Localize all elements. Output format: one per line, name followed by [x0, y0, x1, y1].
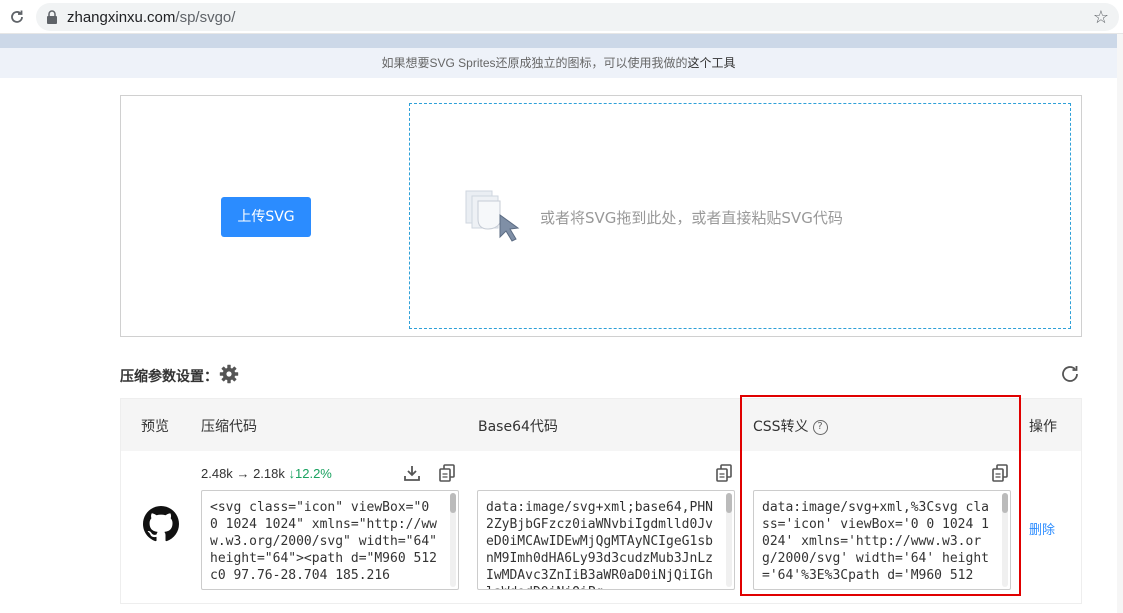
address-bar[interactable]: zhangxinxu.com/sp/svgo/ ☆	[36, 3, 1119, 31]
size-arrow: →	[236, 466, 250, 481]
browser-toolbar: zhangxinxu.com/sp/svgo/ ☆	[0, 0, 1123, 34]
drop-zone[interactable]: 或者将SVG拖到此处，或者直接粘贴SVG代码	[409, 103, 1071, 329]
lock-icon	[47, 10, 57, 24]
url-path: /sp/svgo/	[175, 9, 236, 26]
size-ratio: 2.48k → 2.18k ↓12.2%	[201, 466, 332, 481]
drop-hint: 或者将SVG拖到此处，或者直接粘贴SVG代码	[540, 209, 843, 227]
url-host: zhangxinxu.com	[67, 9, 176, 26]
refresh-icon[interactable]	[1059, 363, 1081, 385]
copy-icon[interactable]	[713, 462, 735, 484]
copy-icon[interactable]	[436, 462, 458, 484]
github-icon	[143, 506, 179, 542]
compressed-code-textarea[interactable]: <svg class="icon" viewBox="0 0 1024 1024…	[201, 490, 459, 590]
star-icon[interactable]: ☆	[1093, 7, 1109, 27]
reload-icon[interactable]	[6, 6, 28, 28]
header-base64: Base64代码	[478, 419, 558, 435]
notice-text: 如果想要SVG Sprites还原成独立的图标，可以使用我做的	[381, 56, 688, 70]
reduction-percent: ↓12.2%	[288, 466, 332, 481]
header-compressed: 压缩代码	[201, 419, 257, 435]
base64-code-text: data:image/svg+xml;base64,PHN2ZyBjbGFzcz…	[486, 500, 713, 589]
highlight-box	[740, 395, 1021, 596]
base64-code-textarea[interactable]: data:image/svg+xml;base64,PHN2ZyBjbGFzcz…	[477, 490, 735, 590]
notice-bar: 如果想要SVG Sprites还原成独立的图标，可以使用我做的这个工具	[0, 48, 1117, 78]
notice-tool-link[interactable]: 这个工具	[688, 56, 736, 70]
page-scrollbar[interactable]	[1117, 34, 1123, 613]
textarea-scrollbar[interactable]	[726, 493, 732, 587]
compressed-code-text: <svg class="icon" viewBox="0 0 1024 1024…	[210, 500, 445, 583]
size-from: 2.48k	[201, 466, 233, 481]
upload-panel: 上传SVG 或者将SVG拖到此处，或者直接粘贴SVG代码	[120, 95, 1082, 337]
gear-icon[interactable]	[219, 364, 239, 384]
download-icon[interactable]	[401, 462, 423, 484]
compress-settings-label: 压缩参数设置：	[120, 369, 218, 385]
site-header	[0, 34, 1117, 48]
header-actions: 操作	[1029, 419, 1057, 435]
size-to: 2.18k	[253, 466, 285, 481]
drop-cursor-icon	[465, 190, 520, 242]
textarea-scrollbar[interactable]	[450, 493, 456, 587]
header-preview: 预览	[141, 419, 169, 435]
url-text: zhangxinxu.com/sp/svgo/	[67, 9, 235, 26]
delete-button[interactable]: 删除	[1029, 519, 1055, 538]
upload-svg-button[interactable]: 上传SVG	[221, 197, 311, 237]
